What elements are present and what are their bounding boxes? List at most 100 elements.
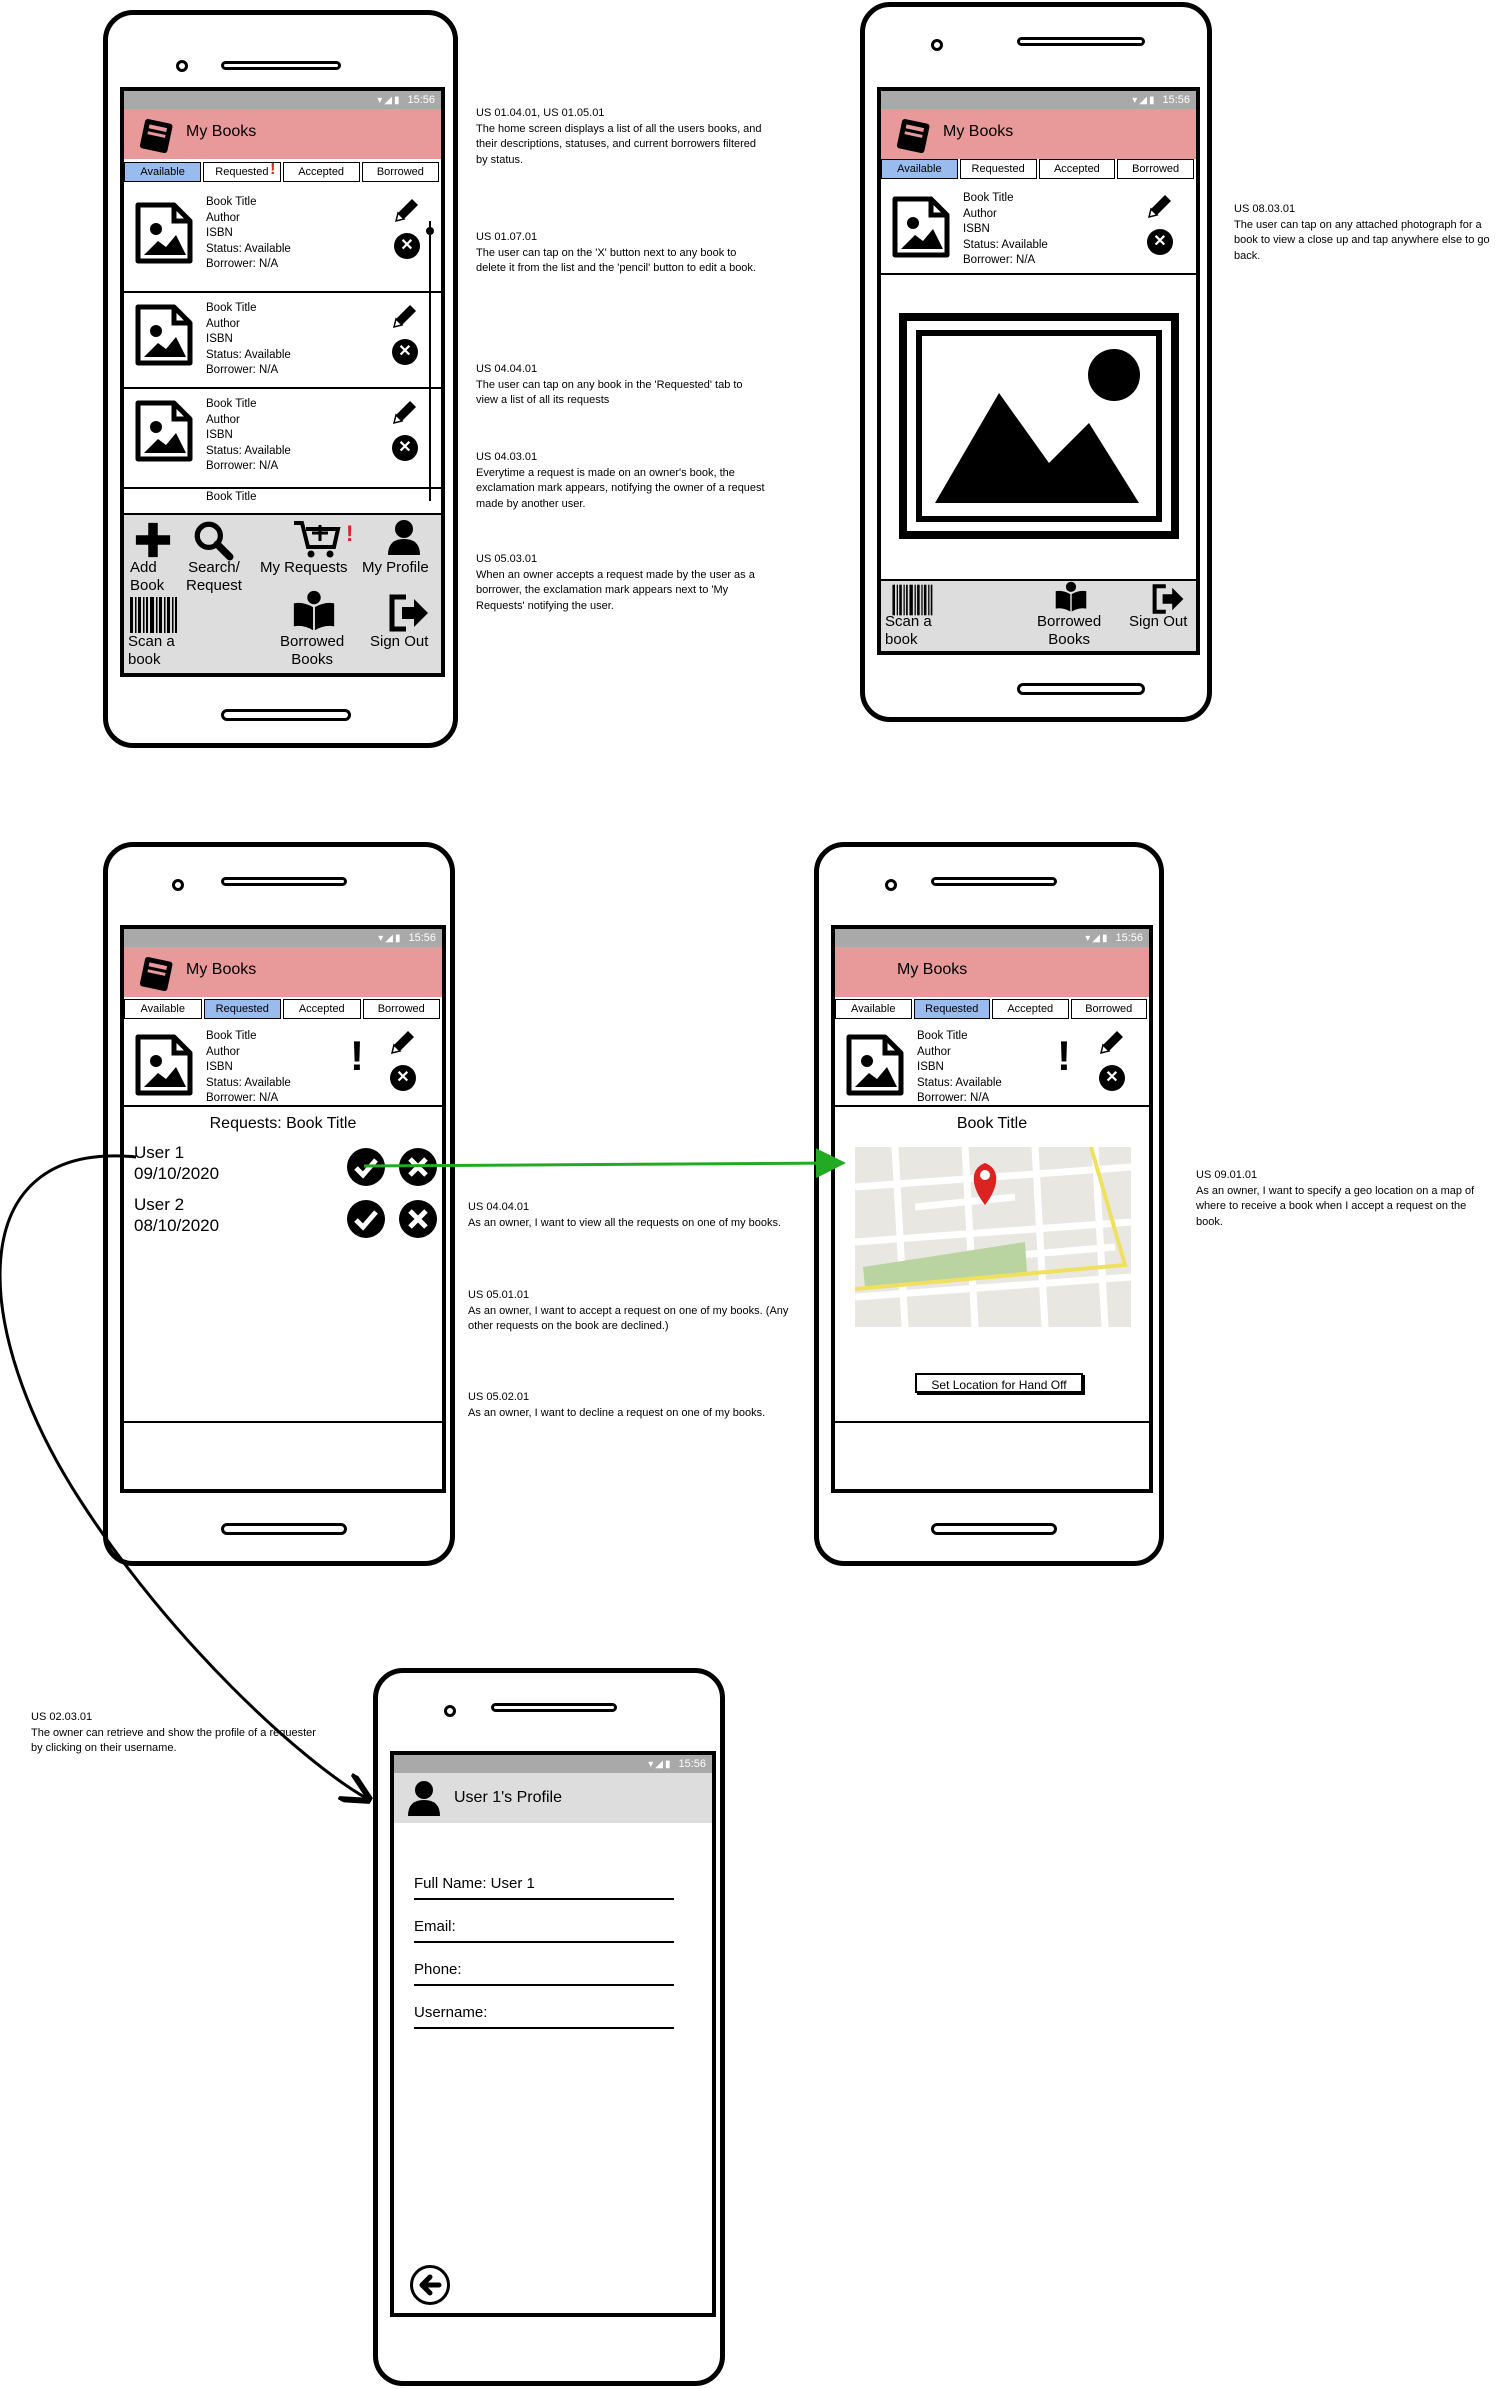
note-text: The user can tap on any book in the 'Req…: [476, 378, 743, 407]
barcode-icon[interactable]: [128, 595, 178, 635]
note-id: US 04.03.01: [476, 451, 538, 463]
sign-out-label[interactable]: Sign Out: [370, 633, 428, 651]
sign-out-label[interactable]: Sign Out: [1129, 613, 1187, 631]
open-book-icon[interactable]: [1047, 581, 1095, 613]
add-icon[interactable]: [134, 521, 172, 559]
pencil-icon[interactable]: [388, 1027, 418, 1057]
delete-x-icon[interactable]: ✕: [392, 435, 418, 461]
tab-available[interactable]: Available: [124, 162, 202, 182]
sign-out-icon[interactable]: [388, 593, 432, 633]
home-button[interactable]: [221, 709, 351, 721]
book-image-icon[interactable]: [134, 303, 194, 367]
note-text: When an owner accepts a request made by …: [476, 568, 755, 612]
phone-home-screen: ▾◢▮ 15:56 My Books Available Requested! A…: [103, 10, 458, 748]
phone-field: Phone:: [414, 1961, 674, 1986]
book-row[interactable]: Book Title Author ISBN Status: Available…: [124, 389, 441, 489]
tab-available[interactable]: Available: [124, 999, 202, 1019]
sign-out-icon[interactable]: [1147, 583, 1191, 615]
tab-requested[interactable]: Requested!: [203, 161, 281, 182]
delete-x-icon[interactable]: ✕: [390, 1065, 416, 1091]
borrowed-books-label[interactable]: Borrowed Books: [1037, 613, 1101, 649]
tab-accepted[interactable]: Accepted: [283, 999, 361, 1019]
book-author: Author: [206, 317, 240, 330]
book-image-icon[interactable]: [134, 399, 194, 463]
pencil-icon[interactable]: [1097, 1027, 1127, 1057]
book-row[interactable]: Book Title Author ISBN Status: Available…: [124, 293, 441, 389]
tab-available[interactable]: Available: [835, 999, 912, 1019]
accept-check-icon[interactable]: [346, 1147, 386, 1187]
enlarged-photo[interactable]: [899, 313, 1179, 539]
book-row[interactable]: Book Title Author ISBN Status: Available…: [835, 1023, 1149, 1107]
bottom-nav: Scan a book Borrowed Books Sign Out: [881, 579, 1196, 651]
home-button[interactable]: [931, 1523, 1057, 1535]
pencil-icon[interactable]: [392, 195, 422, 225]
set-location-button[interactable]: Set Location for Hand Off: [915, 1373, 1083, 1393]
my-profile-label[interactable]: My Profile: [362, 559, 429, 577]
add-book-label[interactable]: Add Book: [130, 559, 164, 595]
book-icon: [136, 955, 176, 995]
book-title: Book Title: [206, 1030, 257, 1042]
open-book-icon[interactable]: [290, 589, 338, 633]
signal-icon: ▾◢▮: [648, 1759, 673, 1770]
tab-accepted[interactable]: Accepted: [282, 162, 360, 182]
note-id: US 04.04.01: [468, 1201, 530, 1213]
home-button[interactable]: [1017, 683, 1145, 695]
tab-borrowed[interactable]: Borrowed: [361, 162, 439, 182]
pencil-icon[interactable]: [390, 301, 420, 331]
tab-accepted[interactable]: Accepted: [992, 999, 1069, 1019]
search-icon[interactable]: [192, 519, 234, 561]
delete-x-icon[interactable]: ✕: [394, 233, 420, 259]
bottom-nav: Add Book Search/ Request ! My Requests M…: [124, 513, 441, 673]
delete-x-icon[interactable]: ✕: [1099, 1065, 1125, 1091]
tab-borrowed[interactable]: Borrowed: [1117, 159, 1194, 179]
book-row[interactable]: Book Title Author ISBN Status: Available…: [881, 183, 1196, 275]
tab-accepted[interactable]: Accepted: [1038, 159, 1116, 179]
search-request-label[interactable]: Search/ Request: [186, 559, 242, 595]
back-arrow-icon[interactable]: [410, 2265, 450, 2305]
decline-x-icon[interactable]: [398, 1147, 438, 1187]
location-map[interactable]: [855, 1147, 1131, 1327]
phone-requests-list: ▾◢▮ 15:56 My Books Available Requested Ac…: [103, 842, 455, 1566]
book-borrower: Borrower: N/A: [206, 258, 279, 270]
profile-icon[interactable]: [384, 517, 424, 557]
pencil-icon[interactable]: [390, 397, 420, 427]
scrollbar-thumb[interactable]: [426, 227, 434, 235]
status-time: 15:56: [678, 1758, 706, 1770]
my-requests-label[interactable]: My Requests: [260, 559, 348, 577]
pencil-icon[interactable]: [1145, 191, 1175, 221]
tab-requested[interactable]: Requested: [959, 159, 1037, 179]
book-row[interactable]: Book Title Author ISBN Status: Available…: [124, 1023, 442, 1107]
note-id: US 09.01.01: [1196, 1169, 1258, 1181]
cart-icon[interactable]: [292, 519, 342, 559]
decline-x-icon[interactable]: [398, 1199, 438, 1239]
book-image-icon[interactable]: [134, 1033, 194, 1097]
borrowed-books-label[interactable]: Borrowed Books: [280, 633, 344, 669]
scan-book-label[interactable]: Scan a book: [128, 633, 175, 669]
delete-x-icon[interactable]: ✕: [392, 339, 418, 365]
book-borrower: Borrower: N/A: [917, 1092, 990, 1104]
book-status: Status: Available: [206, 242, 291, 255]
request-user-1[interactable]: User 1: [134, 1143, 184, 1163]
tab-borrowed[interactable]: Borrowed: [1070, 999, 1147, 1019]
tab-borrowed[interactable]: Borrowed: [362, 999, 440, 1019]
book-borrower: Borrower: N/A: [963, 254, 1036, 266]
tab-requested[interactable]: Requested: [203, 999, 281, 1019]
delete-x-icon[interactable]: ✕: [1147, 229, 1173, 255]
tab-requested[interactable]: Requested: [913, 999, 990, 1019]
page-title: My Books: [186, 123, 257, 140]
book-author: Author: [963, 207, 997, 220]
barcode-icon[interactable]: [887, 583, 937, 617]
scrollbar[interactable]: [429, 221, 431, 501]
tab-available[interactable]: Available: [881, 159, 958, 179]
scan-book-label[interactable]: Scan a book: [885, 613, 932, 649]
request-date-2: 08/10/2020: [134, 1216, 220, 1235]
book-image-icon[interactable]: [891, 195, 951, 259]
book-image-icon[interactable]: [845, 1033, 905, 1097]
book-image-icon[interactable]: [134, 201, 194, 265]
home-button[interactable]: [221, 1523, 347, 1535]
accept-check-icon[interactable]: [346, 1199, 386, 1239]
request-user-2[interactable]: User 2: [134, 1195, 184, 1215]
book-row[interactable]: Book Title Author ISBN Status: Available…: [124, 187, 441, 293]
book-isbn: ISBN: [206, 1061, 233, 1073]
status-bar: ▾◢▮ 15:56: [835, 929, 1149, 947]
